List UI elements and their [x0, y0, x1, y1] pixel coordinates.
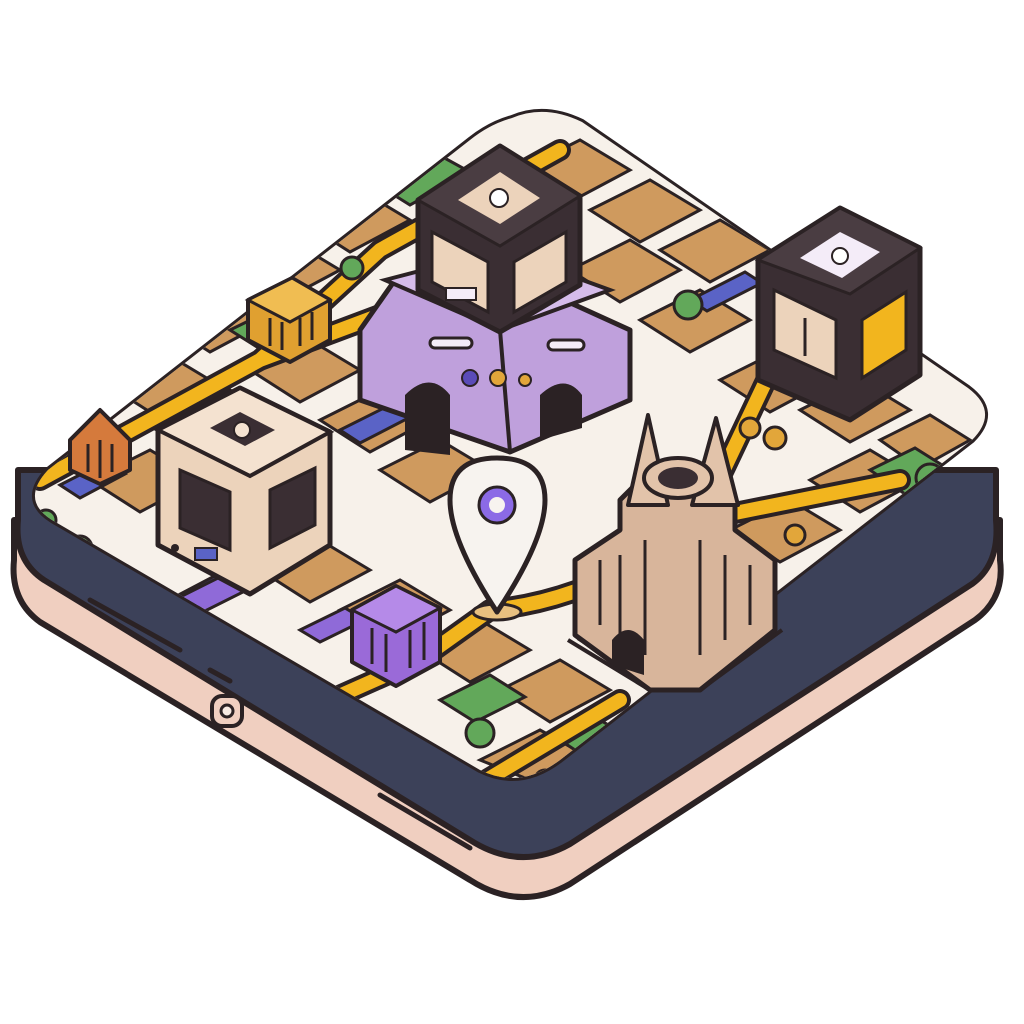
purple-kiosk [348, 584, 444, 688]
dark-printer-right [754, 205, 924, 423]
device-port-icon [210, 694, 244, 728]
map-scene [0, 0, 1024, 1024]
